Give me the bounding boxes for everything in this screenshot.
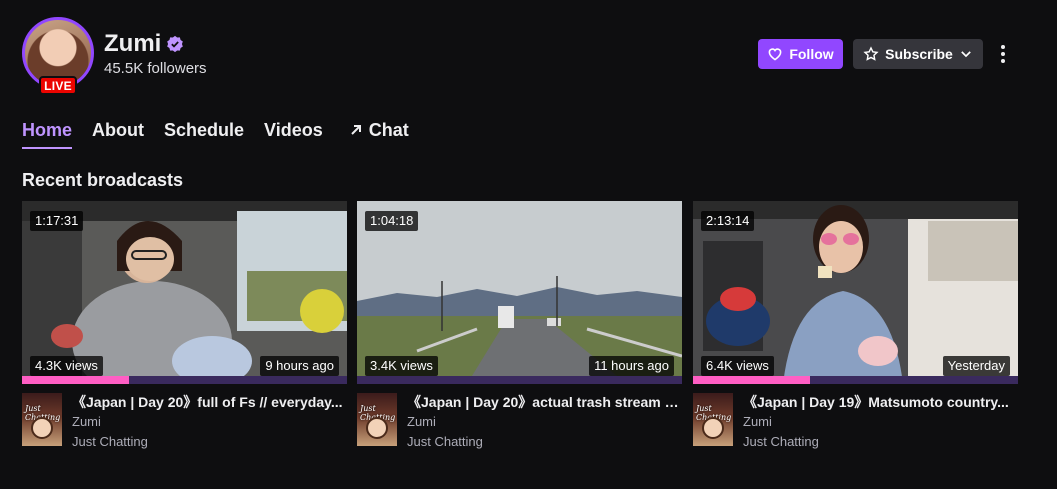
- tab-label: Chat: [368, 120, 409, 140]
- channel-name[interactable]: Zumi: [104, 30, 161, 58]
- tab-label: Schedule: [164, 120, 245, 140]
- video-card[interactable]: 2:13:14 6.4K views Yesterday JustChattin…: [693, 201, 1018, 451]
- live-badge: LIVE: [39, 76, 77, 95]
- duration-badge: 1:17:31: [30, 211, 84, 231]
- video-meta: JustChatting 《Japan | Day 20》full of Fs …: [22, 393, 347, 451]
- channel-avatar[interactable]: LIVE: [22, 17, 94, 95]
- star-icon: [863, 46, 879, 61]
- video-meta: JustChatting 《Japan | Day 19》Matsumoto c…: [693, 393, 1018, 451]
- follow-button[interactable]: Follow: [758, 39, 843, 69]
- category-box-art[interactable]: JustChatting: [357, 393, 397, 446]
- video-age: Yesterday: [942, 356, 1010, 376]
- verified-badge-icon: [167, 35, 183, 53]
- stream-overlay-bar: [357, 376, 682, 384]
- stream-overlay-bar: [693, 376, 1018, 384]
- video-category-link[interactable]: Just Chatting: [72, 433, 344, 451]
- subscribe-label: Subscribe: [885, 46, 953, 62]
- tab-label: Home: [22, 120, 73, 140]
- view-count: 4.3K views: [30, 356, 103, 376]
- tab-about[interactable]: About: [92, 119, 144, 149]
- video-channel-link[interactable]: Zumi: [407, 413, 679, 431]
- video-card[interactable]: 1:17:31 4.3K views 9 hours ago JustChatt…: [22, 201, 347, 451]
- vertical-dots-icon: [1001, 45, 1005, 63]
- video-title[interactable]: 《Japan | Day 20》full of Fs // everyday..…: [72, 393, 344, 411]
- video-thumbnail[interactable]: 2:13:14 6.4K views Yesterday: [693, 201, 1018, 384]
- view-count: 3.4K views: [365, 356, 438, 376]
- tab-chat[interactable]: Chat: [349, 119, 409, 149]
- tab-schedule[interactable]: Schedule: [164, 119, 244, 149]
- category-box-art[interactable]: JustChatting: [693, 393, 733, 446]
- external-arrow-icon: [351, 125, 361, 135]
- video-card[interactable]: 1:04:18 3.4K views 11 hours ago JustChat…: [357, 201, 682, 451]
- channel-nav-tabs: Home About Schedule Videos Chat: [22, 119, 429, 149]
- video-category-link[interactable]: Just Chatting: [743, 433, 1015, 451]
- video-thumbnail[interactable]: 1:17:31 4.3K views 9 hours ago: [22, 201, 347, 384]
- duration-badge: 1:04:18: [365, 211, 419, 231]
- tab-videos[interactable]: Videos: [264, 119, 323, 149]
- follow-label: Follow: [789, 46, 834, 62]
- section-title: Recent broadcasts: [22, 170, 184, 190]
- video-category-link[interactable]: Just Chatting: [407, 433, 679, 451]
- video-channel-link[interactable]: Zumi: [72, 413, 344, 431]
- subscribe-button[interactable]: Subscribe: [853, 39, 983, 69]
- view-count: 6.4K views: [701, 356, 774, 376]
- chevron-down-icon: [961, 51, 971, 58]
- video-title[interactable]: 《Japan | Day 20》actual trash stream (...: [407, 393, 679, 411]
- duration-badge: 2:13:14: [701, 211, 755, 231]
- stream-overlay-bar: [22, 376, 347, 384]
- tab-home[interactable]: Home: [22, 119, 73, 149]
- video-channel-link[interactable]: Zumi: [743, 413, 1015, 431]
- follower-count: 45.5K followers: [104, 60, 207, 77]
- video-age: 9 hours ago: [260, 356, 339, 376]
- tab-label: Videos: [264, 120, 323, 140]
- video-title[interactable]: 《Japan | Day 19》Matsumoto country...: [743, 393, 1015, 411]
- video-meta: JustChatting 《Japan | Day 20》actual tras…: [357, 393, 682, 451]
- tab-label: About: [92, 120, 144, 140]
- more-options-button[interactable]: [992, 41, 1014, 67]
- video-age: 11 hours ago: [589, 356, 674, 376]
- category-box-art[interactable]: JustChatting: [22, 393, 62, 446]
- heart-icon: [768, 48, 782, 61]
- video-thumbnail[interactable]: 1:04:18 3.4K views 11 hours ago: [357, 201, 682, 384]
